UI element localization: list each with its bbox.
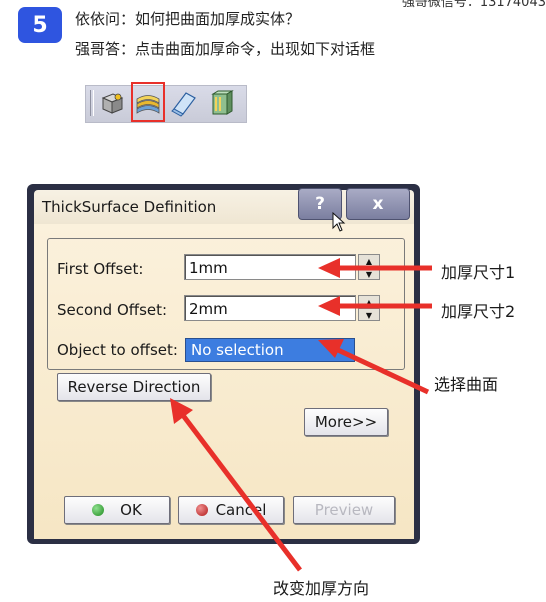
mouse-cursor-icon [332, 211, 346, 232]
arrow-select-surface [318, 339, 430, 395]
arrow-reverse-direction [170, 398, 302, 572]
arrow-first-offset [318, 258, 432, 278]
annotation-first-offset: 加厚尺寸1 [441, 263, 516, 282]
annotation-reverse-direction: 改变加厚方向 [273, 579, 370, 598]
annotation-second-offset: 加厚尺寸2 [441, 302, 516, 321]
annotation-select-surface: 选择曲面 [434, 375, 499, 394]
arrow-second-offset [318, 296, 432, 316]
